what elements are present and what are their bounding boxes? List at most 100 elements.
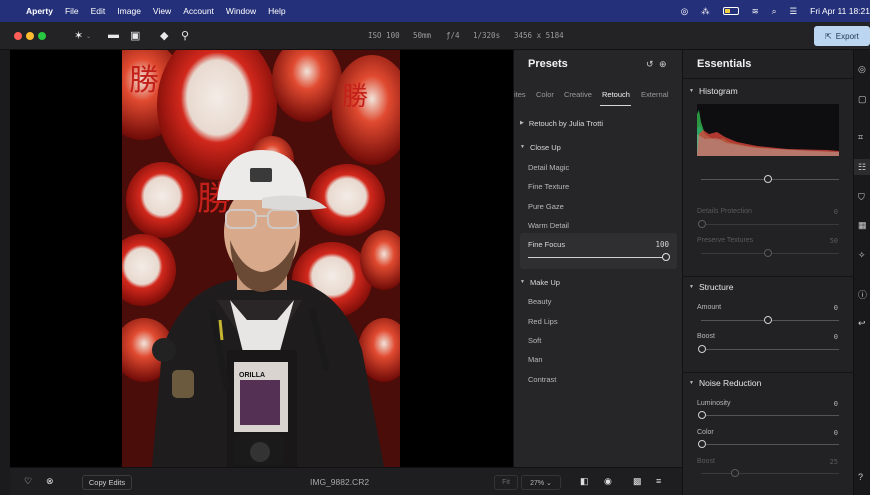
menu-help[interactable]: Help xyxy=(268,6,285,16)
menu-lines-icon[interactable]: ≡ xyxy=(656,476,661,486)
preset-amount-slider-track[interactable] xyxy=(528,257,666,258)
menu-file[interactable]: File xyxy=(65,6,79,16)
preset-group-julia-trotti[interactable]: ▶ Retouch by Julia Trotti xyxy=(520,119,603,128)
presets-panel: Presets ↺ ⊕ ites Color Creative Retouch … xyxy=(513,50,682,467)
hidden-slider-knob[interactable] xyxy=(764,175,772,183)
crop-icon[interactable]: ⌗ xyxy=(858,132,863,143)
preset-item[interactable]: Contrast xyxy=(528,375,556,384)
menu-edit[interactable]: Edit xyxy=(91,6,106,16)
details-protection-slider-track[interactable] xyxy=(701,224,839,225)
people-icon[interactable]: ⁂ xyxy=(701,6,710,17)
preset-group-label: Close Up xyxy=(529,143,561,152)
window-zoom-button[interactable] xyxy=(38,32,46,40)
preset-group-close-up[interactable]: ▼ Close Up xyxy=(520,143,561,152)
zoom-fit-button[interactable]: Fit xyxy=(494,475,518,490)
menu-account[interactable]: Account xyxy=(183,6,214,16)
details-protection-label: Details Protection xyxy=(697,208,752,215)
help-icon[interactable]: ? xyxy=(858,472,863,482)
tab-external[interactable]: External xyxy=(641,90,669,99)
menubar-clock[interactable]: Fri Apr 11 18:21 xyxy=(810,6,870,16)
nr-color-slider-knob[interactable] xyxy=(698,440,706,448)
structure-boost-slider-knob[interactable] xyxy=(698,345,706,353)
structure-amount-slider-knob[interactable] xyxy=(764,316,772,324)
zoom-search-icon[interactable]: ⚲ xyxy=(181,29,189,42)
menu-window[interactable]: Window xyxy=(226,6,256,16)
nr-boost-slider-track[interactable] xyxy=(701,473,839,474)
preserve-textures-slider-knob[interactable] xyxy=(764,249,772,257)
window-minimize-button[interactable] xyxy=(26,32,34,40)
sparkle-icon[interactable]: ✧ xyxy=(858,250,866,261)
export-label: Export xyxy=(835,31,859,41)
aperty-status-icon[interactable]: ◎ xyxy=(681,6,688,17)
tab-favorites[interactable]: ites xyxy=(514,90,526,99)
nr-color-label: Color xyxy=(697,429,714,436)
menu-view[interactable]: View xyxy=(153,6,171,16)
battery-icon[interactable] xyxy=(722,7,739,15)
folder-icon[interactable]: ▬ xyxy=(108,29,119,41)
details-protection-slider-knob[interactable] xyxy=(698,220,706,228)
copy-edits-button[interactable]: Copy Edits xyxy=(82,475,132,490)
heart-icon[interactable]: ♡ xyxy=(24,476,32,487)
section-structure[interactable]: ▼ Structure xyxy=(689,282,733,293)
grid-icon[interactable]: ▦ xyxy=(858,220,867,231)
chevron-down-icon: ▼ xyxy=(689,88,694,94)
adjustments-circle-icon[interactable]: ◎ xyxy=(858,64,866,75)
preset-group-make-up[interactable]: ▼ Make Up xyxy=(520,278,560,287)
preset-name: Fine Focus xyxy=(528,240,566,249)
photo-preview[interactable]: 勝 勝 勝 ORILLA xyxy=(122,50,400,467)
ai-tools-icon[interactable]: ✶ xyxy=(74,29,83,42)
compare-icon[interactable]: ▩ xyxy=(633,476,642,487)
preset-item[interactable]: Detail Magic xyxy=(528,163,569,172)
svg-text:勝: 勝 xyxy=(342,82,368,112)
section-noise-reduction[interactable]: ▼ Noise Reduction xyxy=(689,378,761,389)
nr-boost-slider-knob[interactable] xyxy=(731,469,739,477)
export-icon: ⇱ xyxy=(825,31,832,41)
structure-boost-slider-track[interactable] xyxy=(701,349,839,350)
chevron-down-icon: ▼ xyxy=(689,380,694,386)
sliders-icon[interactable]: ☷ xyxy=(858,162,866,173)
zoom-level-dropdown[interactable]: 27% ⌄ xyxy=(521,475,561,490)
search-icon[interactable]: ⌕ xyxy=(772,6,777,17)
section-histogram[interactable]: ▼ Histogram xyxy=(689,86,738,97)
reject-icon[interactable]: ⊗ xyxy=(46,476,54,487)
shield-icon[interactable]: ⛉ xyxy=(858,192,865,203)
preset-item[interactable]: Soft xyxy=(528,336,541,345)
split-view-icon[interactable]: ◧ xyxy=(580,476,589,487)
preset-item[interactable]: Man xyxy=(528,355,543,364)
eraser-icon[interactable]: ◆ xyxy=(160,29,168,42)
undo-icon[interactable]: ↩ xyxy=(858,318,866,329)
tab-retouch[interactable]: Retouch xyxy=(602,90,630,99)
portrait-icon[interactable]: ▢ xyxy=(858,94,867,105)
menu-image[interactable]: Image xyxy=(117,6,141,16)
info-icon[interactable]: ⓘ xyxy=(858,288,867,301)
wifi-icon[interactable]: ≋ xyxy=(752,6,759,17)
preserve-textures-value: 50 xyxy=(829,237,838,245)
preset-item[interactable]: Pure Gaze xyxy=(528,202,564,211)
histogram xyxy=(697,104,839,156)
eye-icon[interactable]: ◉ xyxy=(604,476,612,487)
tab-creative[interactable]: Creative xyxy=(564,90,592,99)
preset-item[interactable]: Fine Texture xyxy=(528,182,569,191)
add-preset-icon[interactable]: ⊕ xyxy=(659,59,667,70)
window-close-button[interactable] xyxy=(14,32,22,40)
chevron-down-icon[interactable]: ⌄ xyxy=(86,33,91,40)
preset-item[interactable]: Beauty xyxy=(528,297,551,306)
tab-color[interactable]: Color xyxy=(536,90,554,99)
nr-luminosity-slider-track[interactable] xyxy=(701,415,839,416)
menu-app-name[interactable]: Aperty xyxy=(26,6,53,16)
export-button[interactable]: ⇱ Export xyxy=(814,26,870,46)
image-library-icon[interactable]: ▣ xyxy=(130,29,140,42)
nr-luminosity-slider-knob[interactable] xyxy=(698,411,706,419)
preset-item[interactable]: Red Lips xyxy=(528,317,558,326)
bottom-bar: ♡ ⊗ Copy Edits IMG_9882.CR2 Fit 27% ⌄ ◧ … xyxy=(10,467,682,495)
photo-illustration: 勝 勝 勝 ORILLA xyxy=(122,50,400,467)
preset-item[interactable]: Warm Detail xyxy=(528,221,569,230)
section-label: Noise Reduction xyxy=(698,378,762,388)
presets-title: Presets xyxy=(528,58,568,70)
control-center-icon[interactable]: ☰ xyxy=(790,6,798,17)
nr-color-slider-track[interactable] xyxy=(701,444,839,445)
preset-amount-slider-knob[interactable] xyxy=(662,253,670,261)
selected-preset-fine-focus[interactable]: Fine Focus 100 xyxy=(520,233,677,269)
divider xyxy=(683,372,854,373)
reset-icon[interactable]: ↺ xyxy=(646,59,654,70)
